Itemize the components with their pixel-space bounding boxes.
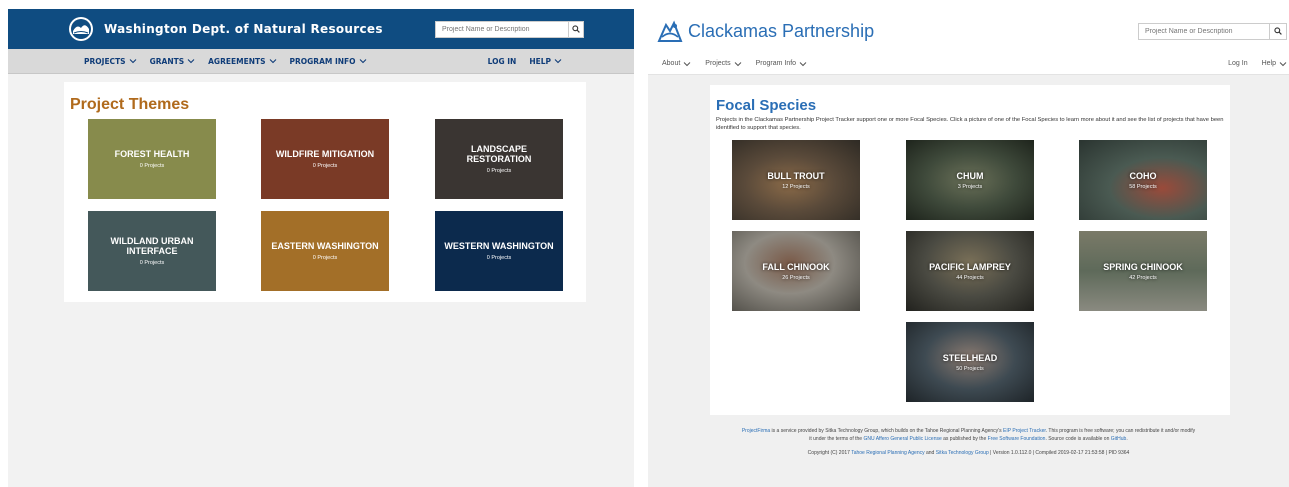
screenshot: Washington Dept. of Natural Resources PR… xyxy=(0,0,1289,487)
page-footer: ProjectFirma is a service provided by Si… xyxy=(648,427,1289,457)
clackamas-page: Clackamas Partnership About Projects Pro… xyxy=(648,9,1289,487)
species-tile-bull-trout[interactable]: BULL TROUT 12 Projects xyxy=(732,140,860,220)
clackamas-search-button[interactable] xyxy=(1269,22,1287,40)
species-tile-spring-chinook[interactable]: SPRING CHINOOK 42 Projects xyxy=(1079,231,1207,311)
footer-link-trpa[interactable]: Tahoe Regional Planning Agency xyxy=(851,450,924,456)
theme-count: 0 Projects xyxy=(312,163,338,169)
page-title: Focal Species xyxy=(716,97,817,114)
theme-name: FOREST HEALTH xyxy=(114,149,190,159)
species-name: FALL CHINOOK xyxy=(762,261,830,272)
page-title: Project Themes xyxy=(70,96,190,113)
page-description: Projects in the Clackamas Partnership Pr… xyxy=(716,117,1224,131)
nav-help[interactable]: HELP xyxy=(529,57,562,66)
species-tile-steelhead[interactable]: STEELHEAD 50 Projects xyxy=(906,322,1034,402)
theme-name: WESTERN WASHINGTON xyxy=(444,241,554,251)
wa-dnr-logo-icon xyxy=(69,17,93,41)
species-name: PACIFIC LAMPREY xyxy=(929,261,1011,272)
wa-dnr-page: Washington Dept. of Natural Resources PR… xyxy=(8,9,634,487)
species-tile-coho[interactable]: COHO 58 Projects xyxy=(1079,140,1207,220)
theme-name: WILDLAND URBAN INTERFACE xyxy=(110,236,194,256)
clackamas-header: Clackamas Partnership xyxy=(648,9,1289,53)
species-tile-chum[interactable]: CHUM 3 Projects xyxy=(906,140,1034,220)
species-name: COHO xyxy=(1129,170,1157,181)
nav-help[interactable]: Help xyxy=(1262,60,1287,68)
species-count: 12 Projects xyxy=(782,183,810,190)
nav-log-in[interactable]: LOG IN xyxy=(488,57,517,66)
wa-dnr-search-button[interactable] xyxy=(568,20,584,38)
nav-grants[interactable]: GRANTS xyxy=(150,57,196,66)
wa-dnr-header: Washington Dept. of Natural Resources xyxy=(8,9,634,49)
species-count: 3 Projects xyxy=(957,183,983,190)
theme-name: EASTERN WASHINGTON xyxy=(271,241,379,251)
footer-line-1: ProjectFirma is a service provided by Si… xyxy=(741,428,1196,434)
chevron-down-icon xyxy=(683,61,691,66)
theme-name: WILDFIRE MITIGATION xyxy=(275,149,375,159)
wa-dnr-search-input[interactable] xyxy=(435,20,568,38)
clackamas-logo-icon xyxy=(657,20,683,42)
species-tile-fall-chinook[interactable]: FALL CHINOOK 26 Projects xyxy=(732,231,860,311)
theme-count: 0 Projects xyxy=(139,163,165,169)
theme-tile-wildfire-mitigation[interactable]: WILDFIRE MITIGATION 0 Projects xyxy=(261,119,389,199)
nav-projects[interactable]: PROJECTS xyxy=(84,57,137,66)
search-icon xyxy=(1274,27,1282,35)
clackamas-brand-text: Clackamas Partnership xyxy=(688,20,875,41)
theme-tile-eastern-washington[interactable]: EASTERN WASHINGTON 0 Projects xyxy=(261,211,389,291)
species-count: 44 Projects xyxy=(956,274,984,281)
footer-link-gnu-agpl[interactable]: GNU Affero General Public License xyxy=(863,436,941,442)
chevron-down-icon xyxy=(799,61,807,66)
wa-dnr-nav: PROJECTS GRANTS AGREEMENTS PROGRAM INFO … xyxy=(8,49,634,74)
search-icon xyxy=(572,25,580,33)
clackamas-nav: About Projects Program Info Log In Help xyxy=(648,53,1289,75)
species-tile-pacific-lamprey[interactable]: PACIFIC LAMPREY 44 Projects xyxy=(906,231,1034,311)
clackamas-brand[interactable]: Clackamas Partnership xyxy=(656,17,874,45)
chevron-down-icon xyxy=(359,59,366,64)
species-count: 26 Projects xyxy=(782,274,810,281)
footer-line-2: it under the terms of the GNU Affero Gen… xyxy=(809,436,1128,442)
theme-count: 0 Projects xyxy=(312,255,338,261)
species-name: BULL TROUT xyxy=(767,170,825,181)
footer-link-fsf[interactable]: Free Software Foundation xyxy=(988,436,1046,442)
clackamas-search xyxy=(1138,22,1287,40)
theme-count: 0 Projects xyxy=(486,255,512,261)
footer-link-github[interactable]: GitHub xyxy=(1111,436,1127,442)
species-count: 42 Projects xyxy=(1129,274,1157,281)
nav-program-info[interactable]: PROGRAM INFO xyxy=(290,57,367,66)
theme-tile-wildland-urban-interface[interactable]: WILDLAND URBAN INTERFACE 0 Projects xyxy=(88,211,216,291)
footer-link-sitka[interactable]: Sitka Technology Group xyxy=(936,450,989,456)
chevron-down-icon xyxy=(269,59,276,64)
theme-tile-forest-health[interactable]: FOREST HEALTH 0 Projects xyxy=(88,119,216,199)
wa-dnr-brand-text: Washington Dept. of Natural Resources xyxy=(104,22,383,36)
nav-projects[interactable]: Projects xyxy=(705,60,741,68)
chevron-down-icon xyxy=(129,59,136,64)
species-name: STEELHEAD xyxy=(942,352,998,363)
theme-count: 0 Projects xyxy=(139,260,165,266)
clackamas-search-input[interactable] xyxy=(1138,22,1269,40)
wa-dnr-brand[interactable]: Washington Dept. of Natural Resources xyxy=(68,16,383,42)
chevron-down-icon xyxy=(554,59,562,64)
species-count: 50 Projects xyxy=(956,365,984,372)
nav-about[interactable]: About xyxy=(662,60,691,68)
footer-line-3: Copyright (C) 2017 Tahoe Regional Planni… xyxy=(807,450,1130,456)
theme-name: LANDSCAPE RESTORATION xyxy=(466,144,532,164)
footer-link-eip-project-tracker[interactable]: EIP Project Tracker xyxy=(1003,428,1046,434)
theme-count: 0 Projects xyxy=(486,168,512,174)
chevron-down-icon xyxy=(187,59,195,64)
theme-tile-landscape-restoration[interactable]: LANDSCAPE RESTORATION 0 Projects xyxy=(435,119,563,199)
nav-log-in[interactable]: Log In xyxy=(1228,60,1247,68)
footer-link-projectfirma[interactable]: ProjectFirma xyxy=(742,428,770,434)
species-count: 58 Projects xyxy=(1129,183,1157,190)
species-name: CHUM xyxy=(956,170,984,181)
wa-dnr-search xyxy=(435,20,584,38)
theme-tile-western-washington[interactable]: WESTERN WASHINGTON 0 Projects xyxy=(435,211,563,291)
project-themes-panel: Project Themes FOREST HEALTH 0 Projects … xyxy=(64,82,586,302)
species-name: SPRING CHINOOK xyxy=(1103,261,1183,272)
nav-program-info[interactable]: Program Info xyxy=(756,60,807,68)
nav-agreements[interactable]: AGREEMENTS xyxy=(208,57,276,66)
chevron-down-icon xyxy=(1279,61,1287,66)
focal-species-panel: Focal Species Projects in the Clackamas … xyxy=(710,85,1230,415)
chevron-down-icon xyxy=(734,61,741,66)
